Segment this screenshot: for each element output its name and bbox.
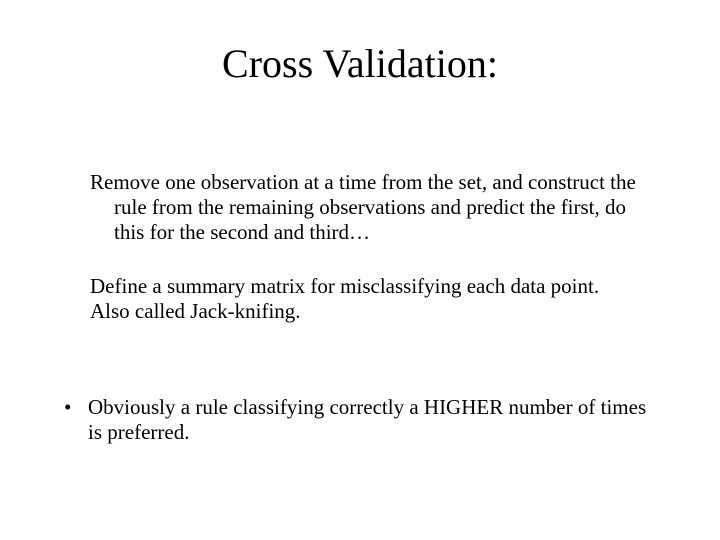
bullet-dot-icon: • xyxy=(60,395,88,420)
body-text-block: Remove one observation at a time from th… xyxy=(90,170,650,354)
paragraph-1: Remove one observation at a time from th… xyxy=(90,170,650,244)
bullet-item: • Obviously a rule classifying correctly… xyxy=(60,395,660,445)
paragraph-2: Define a summary matrix for misclassifyi… xyxy=(90,274,650,299)
paragraph-3: Also called Jack-knifing. xyxy=(90,299,650,324)
bullet-list: • Obviously a rule classifying correctly… xyxy=(60,395,660,445)
bullet-text: Obviously a rule classifying correctly a… xyxy=(88,395,660,445)
slide-title: Cross Validation: xyxy=(0,40,720,87)
slide: Cross Validation: Remove one observation… xyxy=(0,0,720,540)
